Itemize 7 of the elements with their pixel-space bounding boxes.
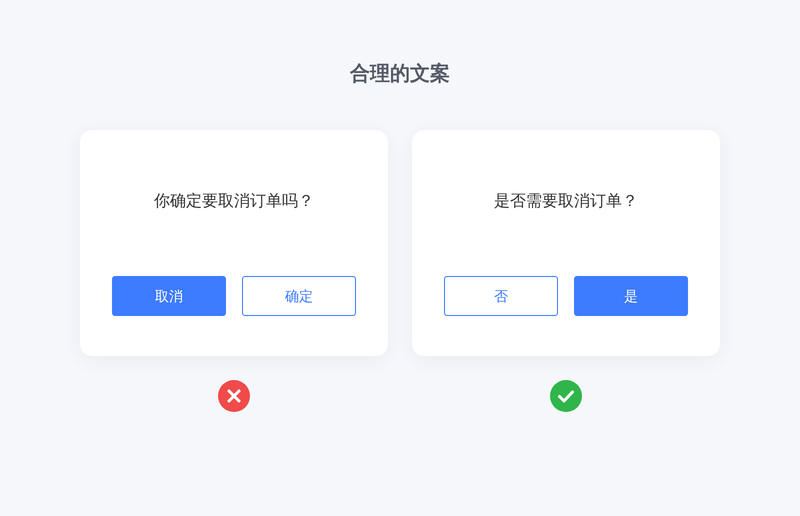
dialog-button[interactable]: 确定 [242, 276, 356, 316]
dialog-button[interactable]: 取消 [112, 276, 226, 316]
dialog-button[interactable]: 是 [574, 276, 688, 316]
dialog-message: 你确定要取消订单吗？ [154, 192, 314, 212]
dialog-message: 是否需要取消订单？ [494, 192, 638, 212]
page-title: 合理的文案 [350, 61, 450, 87]
dialog-button[interactable]: 否 [444, 276, 558, 316]
